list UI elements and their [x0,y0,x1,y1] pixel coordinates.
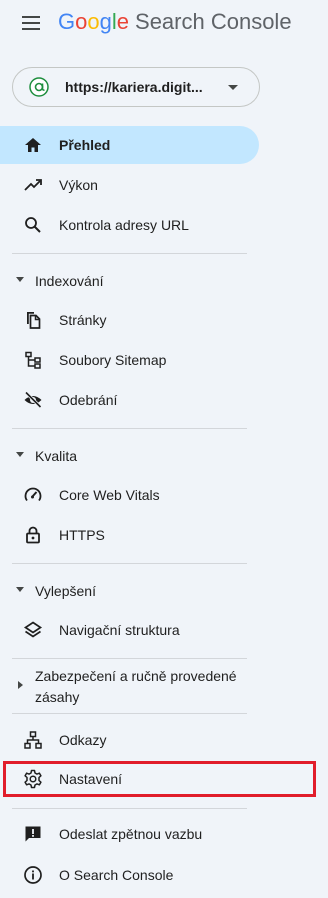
nav-label: Navigační struktura [59,622,180,638]
property-url: https://kariera.digit... [65,79,203,95]
nav-performance[interactable]: Výkon [0,166,259,204]
gear-icon [23,769,43,789]
nav-label: Kontrola adresy URL [59,217,189,233]
nav-label: Odeslat zpětnou vazbu [59,826,203,842]
nav-label: Odkazy [59,732,107,748]
nav-overview[interactable]: Přehled [0,126,259,164]
home-icon [23,135,43,155]
dropdown-caret-icon [227,81,239,93]
nav-links[interactable]: Odkazy [0,721,259,759]
nav-label: Soubory Sitemap [59,352,167,368]
nav-label: O Search Console [59,867,174,883]
expand-triangle-icon [17,680,25,690]
pages-icon [23,310,43,330]
nav-label: Core Web Vitals [59,487,160,503]
links-tree-icon [23,730,43,750]
section-title: Zabezpečení a ručně provedené zásahy [35,668,237,705]
nav-https[interactable]: HTTPS [0,516,259,554]
top-bar: Google Search Console [0,0,328,46]
nav-label: Odebrání [59,392,118,408]
hamburger-menu-icon[interactable] [20,12,42,34]
nav-pages[interactable]: Stránky [0,301,259,339]
google-search-console-logo[interactable]: Google Search Console [58,8,292,36]
property-domain-icon [29,77,49,97]
nav-core-web-vitals[interactable]: Core Web Vitals [0,476,259,514]
property-selector[interactable]: https://kariera.digit... [12,67,260,107]
nav-about[interactable]: O Search Console [0,856,259,894]
nav-label: Nastavení [59,771,123,787]
nav-removals[interactable]: Odebrání [0,381,259,419]
sitemap-icon [23,350,43,370]
product-name: Search Console [135,9,292,34]
section-quality[interactable]: Kvalita [0,440,259,470]
collapse-triangle-icon [15,451,25,459]
divider [12,713,247,714]
nav-sitemaps[interactable]: Soubory Sitemap [0,341,259,379]
nav-label: Stránky [59,312,107,328]
nav-label: Výkon [59,177,98,193]
info-icon [23,865,43,885]
section-security[interactable]: Zabezpečení a ručně provedené zásahy [0,664,259,708]
collapse-triangle-icon [15,586,25,594]
divider [12,428,247,429]
lock-icon [23,525,43,545]
section-indexing[interactable]: Indexování [0,265,259,295]
section-enhancements[interactable]: Vylepšení [0,575,259,605]
search-icon [23,215,43,235]
section-title: Indexování [35,273,104,289]
nav-label: HTTPS [59,527,105,543]
nav-settings[interactable]: Nastavení [0,760,259,798]
section-title: Kvalita [35,448,78,464]
nav-feedback[interactable]: Odeslat zpětnou vazbu [0,815,259,853]
divider [12,658,247,659]
nav-label: Přehled [59,137,111,153]
eye-off-icon [23,390,43,410]
divider [12,808,247,809]
section-title: Vylepšení [35,583,96,599]
divider [12,563,247,564]
collapse-triangle-icon [15,276,25,284]
speedometer-icon [23,485,43,505]
nav-breadcrumbs[interactable]: Navigační struktura [0,611,259,649]
layers-icon [23,620,43,640]
nav-url-inspection[interactable]: Kontrola adresy URL [0,206,259,244]
trending-up-icon [23,175,43,195]
feedback-icon [23,824,43,844]
divider [12,253,247,254]
